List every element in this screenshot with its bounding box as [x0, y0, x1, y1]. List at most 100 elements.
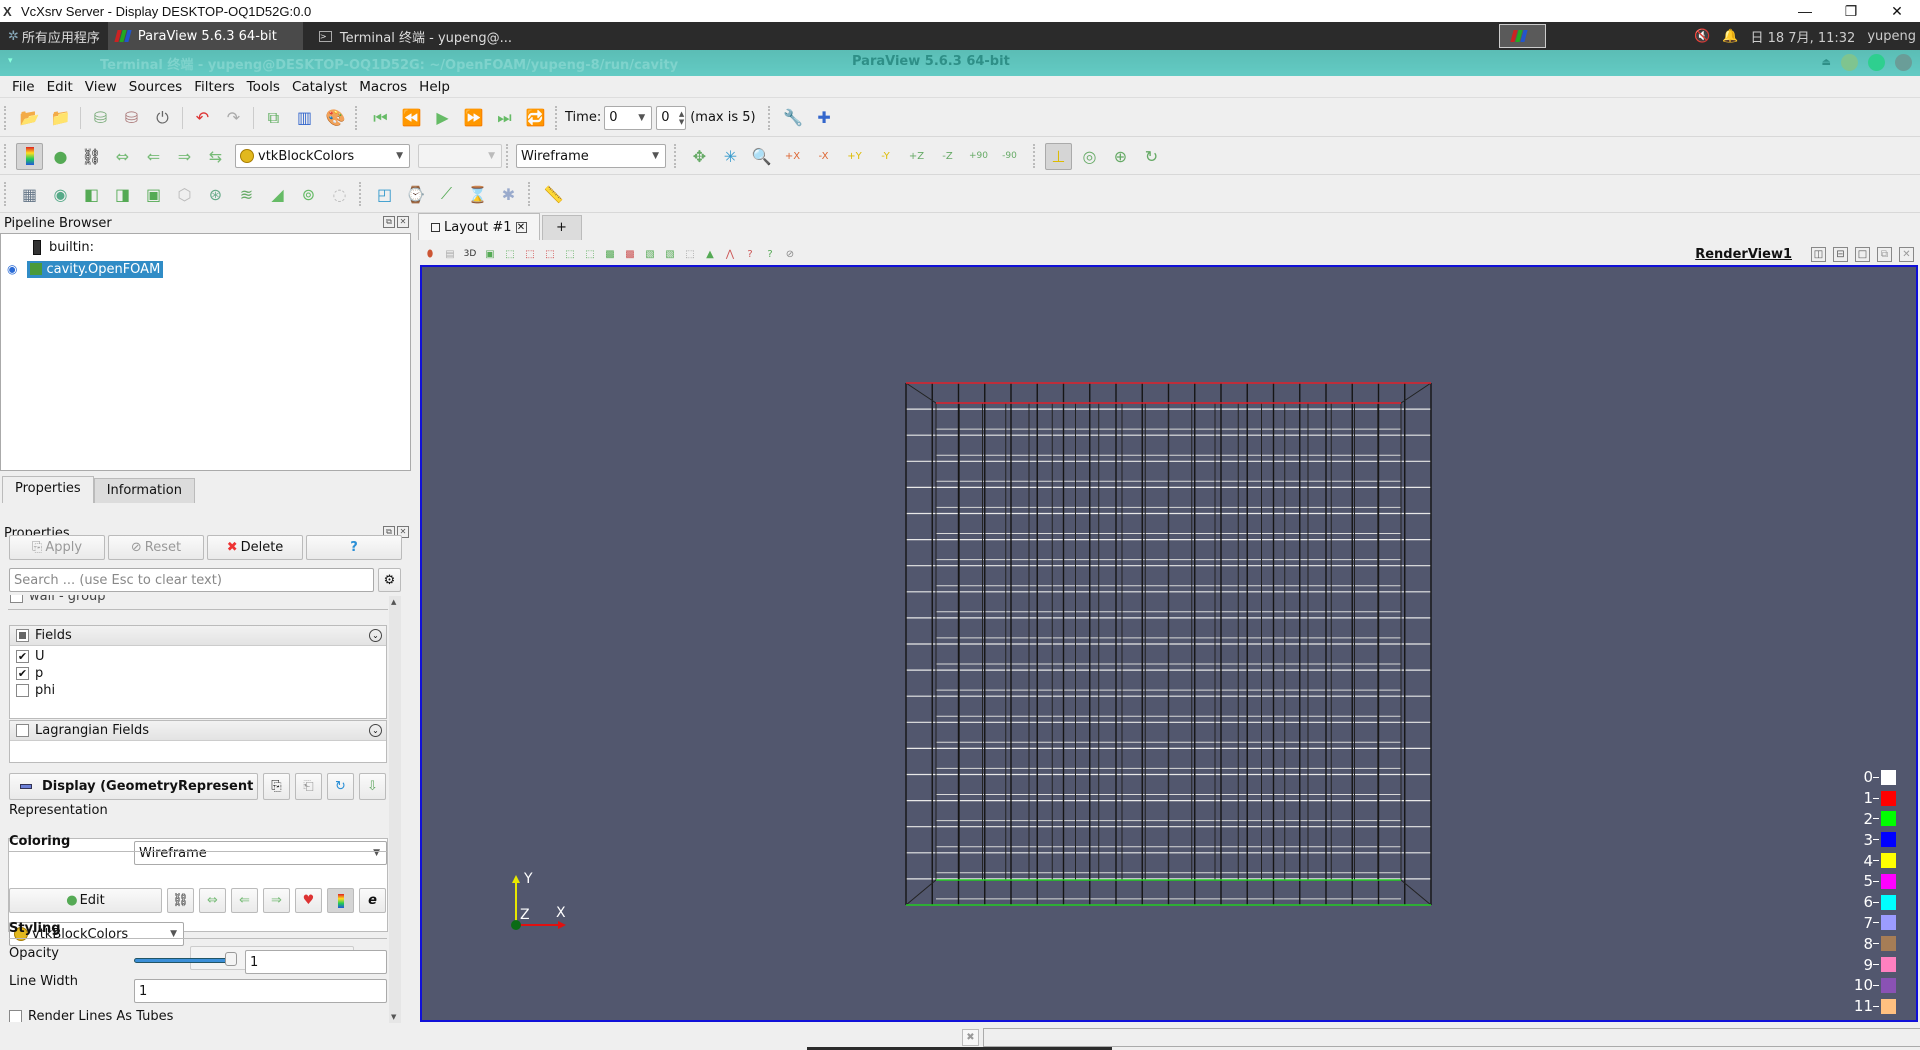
loop-icon[interactable]: 🔁	[522, 104, 549, 131]
zoom-to-box-icon[interactable]: 🔍	[748, 143, 775, 170]
volume-muted-icon[interactable]: 🔇	[1694, 29, 1710, 44]
render-lines-as-tubes-row[interactable]: Render Lines As Tubes	[9, 1010, 173, 1022]
toolbar-grip[interactable]	[1033, 144, 1039, 168]
menu-filters[interactable]: Filters	[188, 79, 240, 95]
camera-tools-icon[interactable]: 🔧	[780, 104, 807, 131]
rescale-custom-icon[interactable]: ⇐	[231, 888, 258, 913]
clear-selection-icon[interactable]: ⊘	[782, 246, 798, 262]
rescale-range-icon[interactable]: ⇔	[109, 143, 136, 170]
edit-legend-icon[interactable]: e	[359, 888, 386, 913]
tab-properties[interactable]: Properties	[2, 476, 94, 503]
add-layout-tab[interactable]: +	[541, 215, 582, 240]
split-vertical-icon[interactable]: ⊟	[1833, 246, 1848, 262]
field-options-icon[interactable]: ⌄	[369, 629, 382, 642]
open-file-icon[interactable]: 📂	[16, 104, 43, 131]
play-icon[interactable]: ▶	[429, 104, 456, 131]
checkbox[interactable]	[16, 684, 29, 697]
plot-over-time-icon[interactable]: ⌚	[402, 181, 429, 208]
float-dock-icon[interactable]: ⧉	[383, 216, 395, 228]
properties-search-input[interactable]: Search ... (use Esc to clear text)	[9, 568, 374, 592]
select-points-on-icon[interactable]: ⬚	[522, 246, 538, 262]
split-horizontal-icon[interactable]: ◫	[1811, 246, 1826, 262]
reload-icon[interactable]: ↻	[327, 773, 354, 800]
rescale-temporal-icon[interactable]: ⇒	[171, 143, 198, 170]
taskbar-item-terminal[interactable]: > Terminal 终端 - yupeng@...	[311, 22, 520, 50]
select-cells-on-icon[interactable]: ⬚	[502, 246, 518, 262]
save-defaults-icon[interactable]: ⇩	[359, 773, 386, 800]
apply-button[interactable]: ⎘ Apply	[9, 535, 105, 560]
eye-visibility-icon[interactable]: ◉	[7, 262, 17, 276]
field-row-phi[interactable]: phi	[10, 682, 386, 699]
representation-combo[interactable]: Wireframe ▼	[516, 144, 666, 168]
find-data-icon[interactable]: ▥	[291, 104, 318, 131]
close-window-button[interactable]	[1895, 54, 1912, 71]
opacity-slider-track[interactable]	[134, 958, 234, 963]
edit-colormap-button[interactable]: ● Edit	[9, 888, 162, 913]
plot-selection-over-time-icon[interactable]: ⌛	[464, 181, 491, 208]
user-name[interactable]: yupeng	[1867, 29, 1916, 44]
reset-camera-icon[interactable]: ✥	[686, 143, 713, 170]
paraview-tray-button[interactable]	[1499, 24, 1546, 48]
coloring-combo[interactable]: vtkBlockColors ▼	[235, 144, 410, 168]
color-legend-toggle-icon[interactable]	[16, 142, 43, 170]
reset-session-icon[interactable]: ⧉	[260, 104, 287, 131]
opacity-input[interactable]: 1	[245, 950, 387, 974]
checkbox[interactable]: ✔	[16, 667, 29, 680]
last-frame-icon[interactable]: ⏭	[491, 104, 518, 131]
minimize-button[interactable]: —	[1782, 0, 1828, 22]
tab-layout-1[interactable]: Layout #1 ✕	[418, 213, 540, 240]
menu-sources[interactable]: Sources	[123, 79, 188, 95]
reset-button[interactable]: ⊘ Reset	[108, 535, 204, 560]
time-combo[interactable]: 0 ▼	[604, 105, 653, 130]
hover-points-icon[interactable]: ⋀	[722, 246, 738, 262]
advanced-settings-gear-icon[interactable]: ⚙	[378, 568, 401, 592]
fields-select-all-checkbox[interactable]	[16, 629, 29, 642]
tooltip-icon[interactable]: ?	[762, 246, 778, 262]
line-width-input[interactable]: 1	[134, 979, 387, 1003]
menu-view[interactable]: View	[79, 79, 123, 95]
glyph-icon[interactable]: ⊛	[202, 181, 229, 208]
render-canvas[interactable]: Y X Z	[422, 267, 1916, 1020]
threshold-icon[interactable]: ▣	[140, 181, 167, 208]
view-plus-x-icon[interactable]: +X	[779, 143, 806, 170]
toolbar-grip[interactable]	[506, 144, 512, 168]
contour-icon[interactable]: ◉	[47, 181, 74, 208]
interactive-select-cells-icon[interactable]: ▧	[642, 246, 658, 262]
component-combo[interactable]: ▼	[418, 144, 502, 168]
view-minus-x-icon[interactable]: -X	[810, 143, 837, 170]
restore-view-icon[interactable]: ⧉	[1877, 246, 1892, 262]
favorite-colormap-icon[interactable]: ♥	[295, 888, 322, 913]
maximize-window-button[interactable]	[1868, 54, 1885, 71]
auto-apply-icon[interactable]: ⏻	[149, 104, 176, 131]
menu-help[interactable]: Help	[413, 79, 456, 95]
checkbox[interactable]: ✔	[16, 650, 29, 663]
extract-subset-icon[interactable]: ⬡	[171, 181, 198, 208]
toolbar-grip[interactable]	[555, 105, 561, 130]
representation-select[interactable]: Wireframe ▼	[134, 841, 387, 865]
menu-catalyst[interactable]: Catalyst	[286, 79, 353, 95]
pick-center-icon[interactable]: ↻	[1138, 143, 1165, 170]
calculator-icon[interactable]: ▦	[16, 181, 43, 208]
toolbar-grip[interactable]	[767, 105, 774, 130]
toolbar-grip[interactable]	[359, 182, 365, 206]
shrink-selection-icon[interactable]: ▲	[702, 246, 718, 262]
edit-colormap-icon[interactable]: ●	[47, 143, 74, 170]
redo-icon[interactable]: ↷	[220, 104, 247, 131]
show-orientation-axes-icon[interactable]: ⊥	[1045, 142, 1072, 170]
spin-arrows-icon[interactable]: ▲ ▼	[679, 110, 684, 126]
add-camera-icon[interactable]: ✚	[811, 104, 838, 131]
ruler-icon[interactable]: 📏	[540, 181, 567, 208]
menu-tools[interactable]: Tools	[241, 79, 286, 95]
maximize-view-icon[interactable]: □	[1855, 246, 1870, 262]
interactive-colormap-icon[interactable]: ⛓	[167, 888, 194, 913]
split-horizontal-disabled-icon[interactable]: ▤	[442, 246, 458, 262]
hover-cells-icon[interactable]: ?	[742, 246, 758, 262]
interactive-select-points-icon[interactable]: ▧	[662, 246, 678, 262]
lagrangian-select-all-checkbox[interactable]	[16, 724, 29, 737]
view-plus-z-icon[interactable]: +Z	[903, 143, 930, 170]
interaction-mode-button[interactable]: 3D	[462, 246, 478, 262]
render-view[interactable]: YXZ 01234567891011 vtkBlockColors	[420, 265, 1918, 1022]
close-view-icon[interactable]: ✕	[1899, 246, 1914, 262]
rescale-custom-icon[interactable]: ⇐	[140, 143, 167, 170]
extract-level-icon[interactable]: ◌	[326, 181, 353, 208]
